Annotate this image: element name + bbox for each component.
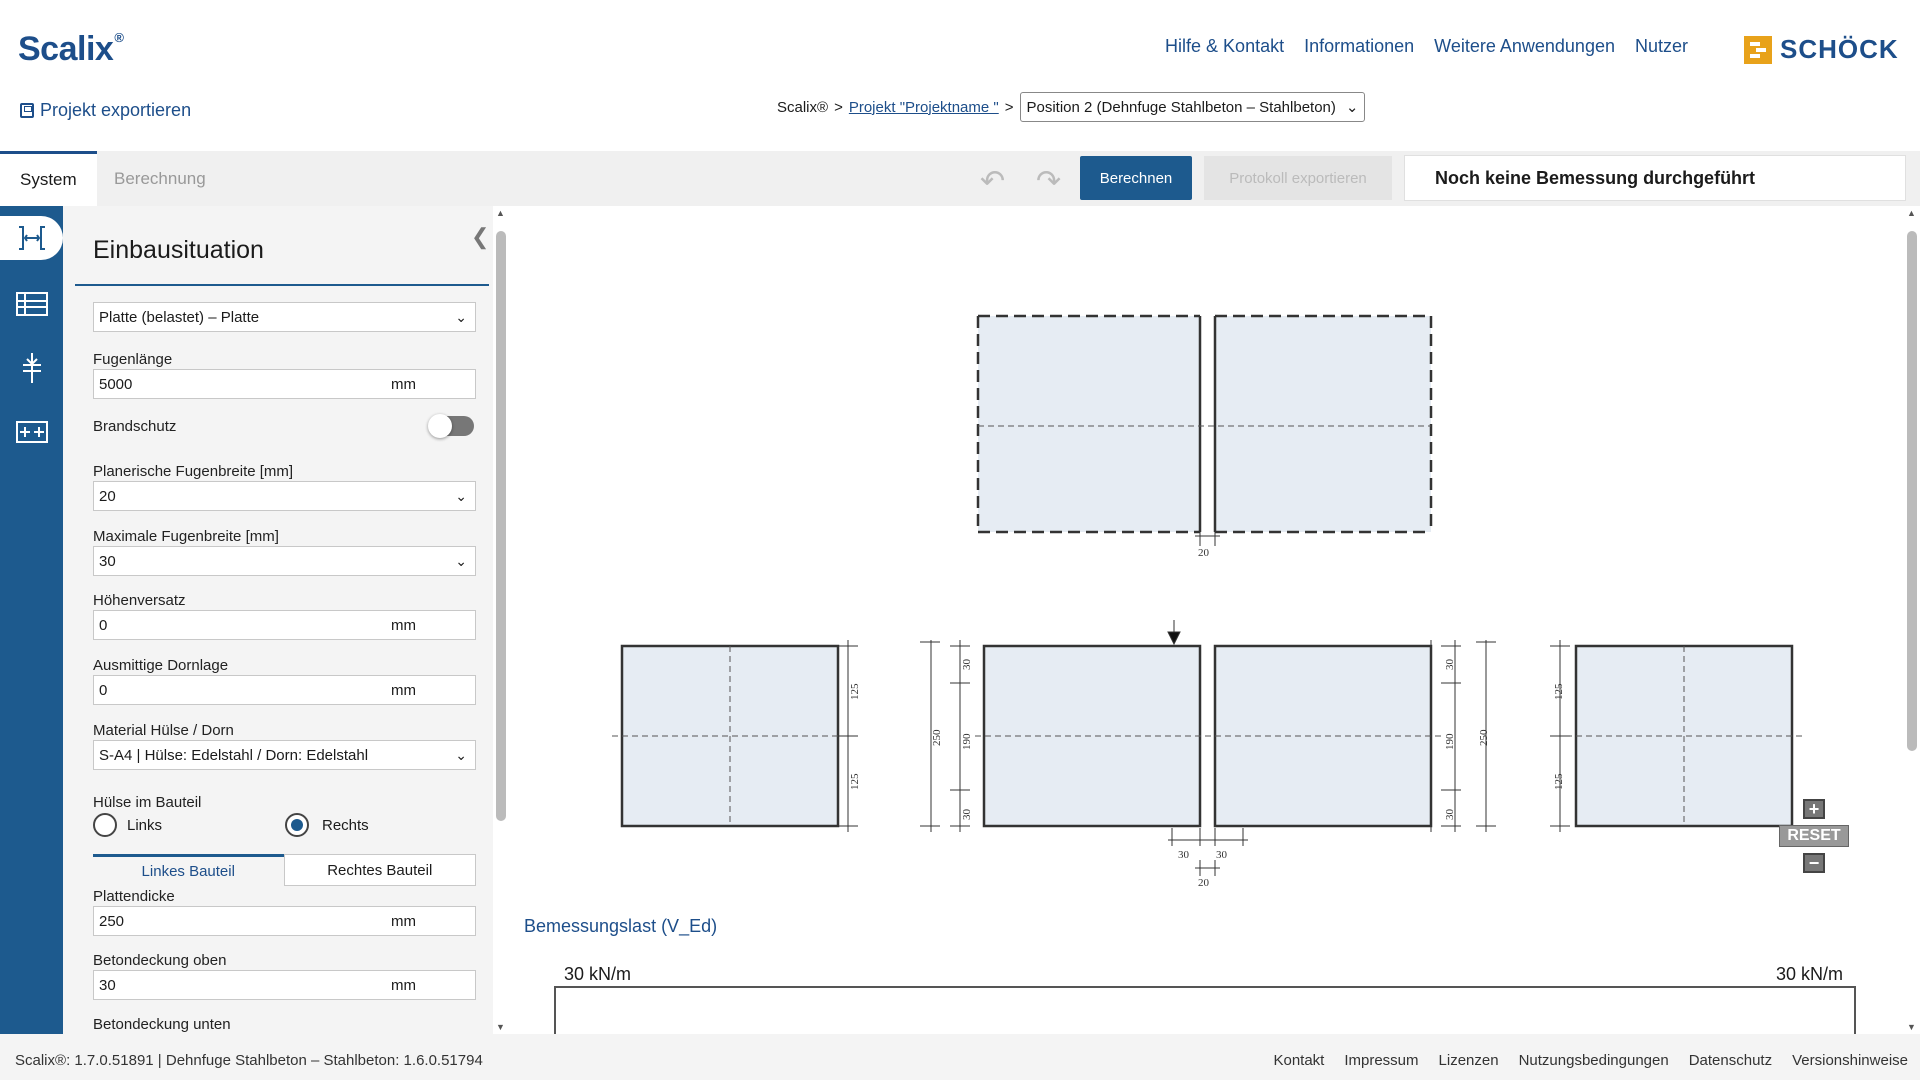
cover-bottom-label: Betondeckung unten bbox=[93, 1016, 231, 1033]
slab-thickness-input[interactable]: 250 mm bbox=[93, 906, 476, 936]
schoeck-logo-icon bbox=[1744, 35, 1772, 64]
eccentric-dowel-label: Ausmittige Dornlage bbox=[93, 657, 229, 674]
add-elements-icon[interactable] bbox=[10, 410, 54, 454]
slab-thickness-label: Plattendicke bbox=[93, 888, 175, 905]
nav-more-apps[interactable]: Weitere Anwendungen bbox=[1434, 36, 1615, 57]
nav-information[interactable]: Informationen bbox=[1304, 36, 1414, 57]
tab-system[interactable]: System bbox=[0, 151, 97, 206]
joint-drawing bbox=[612, 314, 1802, 876]
footer-terms[interactable]: Nutzungsbedingungen bbox=[1519, 1052, 1669, 1069]
footer-contact[interactable]: Kontakt bbox=[1273, 1052, 1324, 1069]
chevron-down-icon: ⌄ bbox=[455, 488, 467, 504]
planned-joint-width-label: Planerische Fugenbreite [mm] bbox=[93, 463, 294, 480]
canvas-scrollbar[interactable]: ▲ ▼ bbox=[1904, 206, 1920, 1034]
panel-scrollbar[interactable]: ▲ ▼ bbox=[493, 206, 509, 1034]
load-right-value: 30 kN/m bbox=[1776, 964, 1844, 984]
footer-release-notes[interactable]: Versionshinweise bbox=[1792, 1052, 1908, 1069]
footer-licenses[interactable]: Lizenzen bbox=[1439, 1052, 1499, 1069]
chevron-down-icon: ⌄ bbox=[455, 309, 467, 325]
tab-right-component[interactable]: Rechtes Bauteil bbox=[283, 854, 476, 886]
export-protocol-button[interactable]: Protokoll exportieren bbox=[1204, 156, 1392, 200]
component-tabs: Linkes Bauteil Rechtes Bauteil bbox=[93, 854, 476, 886]
height-offset-input[interactable]: 0 mm bbox=[93, 610, 476, 640]
reinforcement-grid-icon[interactable] bbox=[10, 282, 54, 326]
load-left-value: 30 kN/m bbox=[564, 964, 632, 984]
chevron-down-icon: ⌄ bbox=[1345, 99, 1359, 116]
cover-top-input[interactable]: 30 mm bbox=[93, 970, 476, 1000]
zoom-controls: + RESET − bbox=[1779, 799, 1849, 873]
chevron-down-icon: ⌄ bbox=[455, 747, 467, 763]
export-project-link[interactable]: Projekt exportieren bbox=[20, 100, 191, 121]
footer: Scalix®: 1.7.0.51891 | Dehnfuge Stahlbet… bbox=[0, 1034, 1920, 1080]
position-select[interactable]: Position 2 (Dehnfuge Stahlbeton – Stahlb… bbox=[1019, 92, 1366, 122]
chevron-down-icon: ⌄ bbox=[455, 553, 467, 569]
nav-help-contact[interactable]: Hilfe & Kontakt bbox=[1165, 36, 1284, 57]
load-diagram bbox=[554, 986, 1856, 1034]
sleeve-label: Hülse im Bauteil bbox=[93, 794, 202, 811]
tab-calculation[interactable]: Berechnung bbox=[94, 151, 226, 206]
footer-imprint[interactable]: Impressum bbox=[1344, 1052, 1418, 1069]
max-joint-width-label: Maximale Fugenbreite [mm] bbox=[93, 528, 279, 545]
canvas-scroll-thumb[interactable] bbox=[1907, 231, 1917, 751]
fire-protection-label: Brandschutz bbox=[93, 418, 177, 435]
collapse-panel-icon[interactable]: ❮ bbox=[471, 224, 489, 250]
input-panel: Einbausituation ❮ Platte (belastet) – Pl… bbox=[63, 206, 493, 1034]
footer-privacy[interactable]: Datenschutz bbox=[1689, 1052, 1772, 1069]
breadcrumb-root: Scalix® bbox=[777, 98, 829, 116]
tab-left-component[interactable]: Linkes Bauteil bbox=[93, 854, 284, 886]
planned-joint-width-select[interactable]: 20 ⌄ bbox=[93, 481, 476, 511]
title-divider bbox=[75, 284, 489, 286]
max-joint-width-select[interactable]: 30 ⌄ bbox=[93, 546, 476, 576]
toolbar: System Berechnung ↶ ↷ Berechnen Protokol… bbox=[0, 151, 1920, 206]
design-load-title: Bemessungslast (V_Ed) bbox=[524, 916, 718, 936]
cover-top-label: Betondeckung oben bbox=[93, 952, 227, 969]
reset-zoom-button[interactable]: RESET bbox=[1779, 825, 1849, 847]
panel-scroll-thumb[interactable] bbox=[496, 231, 506, 821]
fire-protection-toggle[interactable] bbox=[428, 414, 474, 438]
height-offset-label: Höhenversatz bbox=[93, 592, 186, 609]
app-window: Scalix® Hilfe & Kontakt Informationen We… bbox=[0, 0, 1920, 1080]
material-label: Material Hülse / Dorn bbox=[93, 722, 234, 739]
panel-title: Einbausituation bbox=[93, 236, 264, 264]
side-icon-bar bbox=[0, 206, 63, 1034]
joint-length-label: Fugenlänge bbox=[93, 351, 173, 368]
eccentric-dowel-input[interactable]: 0 mm bbox=[93, 675, 476, 705]
joint-situation-icon[interactable] bbox=[0, 216, 63, 260]
scalix-logo[interactable]: Scalix® bbox=[18, 30, 124, 69]
schoeck-logo[interactable]: SCHÖCK bbox=[1744, 34, 1899, 65]
zoom-out-button[interactable]: − bbox=[1803, 853, 1825, 873]
radio-right-label: Rechts bbox=[322, 817, 369, 834]
breadcrumb-project-link[interactable]: Projekt "Projektname " bbox=[849, 99, 999, 116]
breadcrumb: Scalix® > Projekt "Projektname " > Posit… bbox=[777, 92, 1366, 122]
calculate-button[interactable]: Berechnen bbox=[1080, 156, 1192, 200]
undo-icon[interactable]: ↶ bbox=[980, 164, 1005, 199]
zoom-in-button[interactable]: + bbox=[1803, 799, 1825, 819]
nav-user[interactable]: Nutzer bbox=[1635, 36, 1688, 57]
radio-right[interactable] bbox=[285, 813, 309, 837]
status-message: Noch keine Bemessung durchgeführt bbox=[1404, 155, 1906, 201]
save-icon bbox=[20, 103, 34, 118]
version-info: Scalix®: 1.7.0.51891 | Dehnfuge Stahlbet… bbox=[15, 1052, 483, 1069]
material-select[interactable]: S-A4 | Hülse: Edelstahl / Dorn: Edelstah… bbox=[93, 740, 476, 770]
top-navigation: Hilfe & Kontakt Informationen Weitere An… bbox=[1165, 36, 1688, 57]
joint-length-input[interactable]: 5000 mm bbox=[93, 369, 476, 399]
radio-left[interactable] bbox=[93, 813, 117, 837]
redo-icon[interactable]: ↷ bbox=[1036, 164, 1061, 199]
situation-select[interactable]: Platte (belastet) – Platte ⌄ bbox=[93, 302, 476, 332]
load-icon[interactable] bbox=[10, 346, 54, 390]
radio-left-label: Links bbox=[127, 817, 163, 834]
drawing-canvas[interactable]: 20 125 125 30 190 30 250 30 190 30 250 1… bbox=[510, 206, 1920, 1034]
